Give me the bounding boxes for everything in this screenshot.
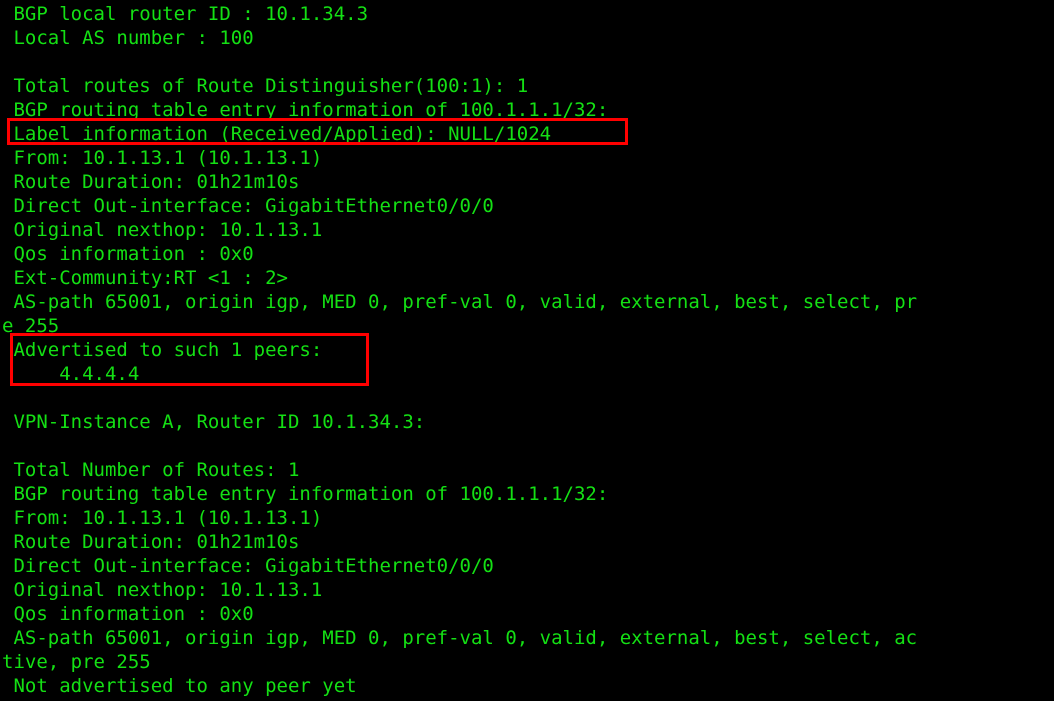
terminal-line: Total routes of Route Distinguisher(100:…: [2, 75, 529, 97]
terminal-line: tive, pre 255: [2, 651, 151, 673]
terminal-line: Original nexthop: 10.1.13.1: [2, 579, 323, 601]
terminal-output: BGP local router ID : 10.1.34.3 Local AS…: [2, 2, 1052, 698]
terminal-line: e 255: [2, 315, 60, 337]
terminal-line: Route Duration: 01h21m10s: [2, 171, 300, 193]
terminal-line: VPN-Instance A, Router ID 10.1.34.3:: [2, 411, 426, 433]
terminal-line: BGP routing table entry information of 1…: [2, 99, 609, 121]
terminal-line: 4.4.4.4: [2, 363, 140, 385]
terminal-line: Direct Out-interface: GigabitEthernet0/0…: [2, 195, 494, 217]
terminal-line: AS-path 65001, origin igp, MED 0, pref-v…: [2, 291, 918, 313]
terminal-line: Qos information : 0x0: [2, 603, 254, 625]
terminal-line: BGP local router ID : 10.1.34.3: [2, 3, 369, 25]
terminal-line: Route Duration: 01h21m10s: [2, 531, 300, 553]
terminal-line: Label information (Received/Applied): NU…: [2, 123, 552, 145]
terminal-line: Advertised to such 1 peers:: [2, 339, 323, 361]
terminal-line: BGP routing table entry information of 1…: [2, 483, 609, 505]
terminal-line: Direct Out-interface: GigabitEthernet0/0…: [2, 555, 494, 577]
terminal-line: Local AS number : 100: [2, 27, 254, 49]
terminal-line: Qos information : 0x0: [2, 243, 254, 265]
terminal-line: Ext-Community:RT <1 : 2>: [2, 267, 288, 289]
terminal-line: From: 10.1.13.1 (10.1.13.1): [2, 507, 323, 529]
terminal-line: AS-path 65001, origin igp, MED 0, pref-v…: [2, 627, 918, 649]
terminal-line: Not advertised to any peer yet: [2, 675, 357, 697]
terminal-window[interactable]: BGP local router ID : 10.1.34.3 Local AS…: [0, 0, 1054, 701]
terminal-line: Original nexthop: 10.1.13.1: [2, 219, 323, 241]
terminal-line: From: 10.1.13.1 (10.1.13.1): [2, 147, 323, 169]
terminal-line: Total Number of Routes: 1: [2, 459, 300, 481]
